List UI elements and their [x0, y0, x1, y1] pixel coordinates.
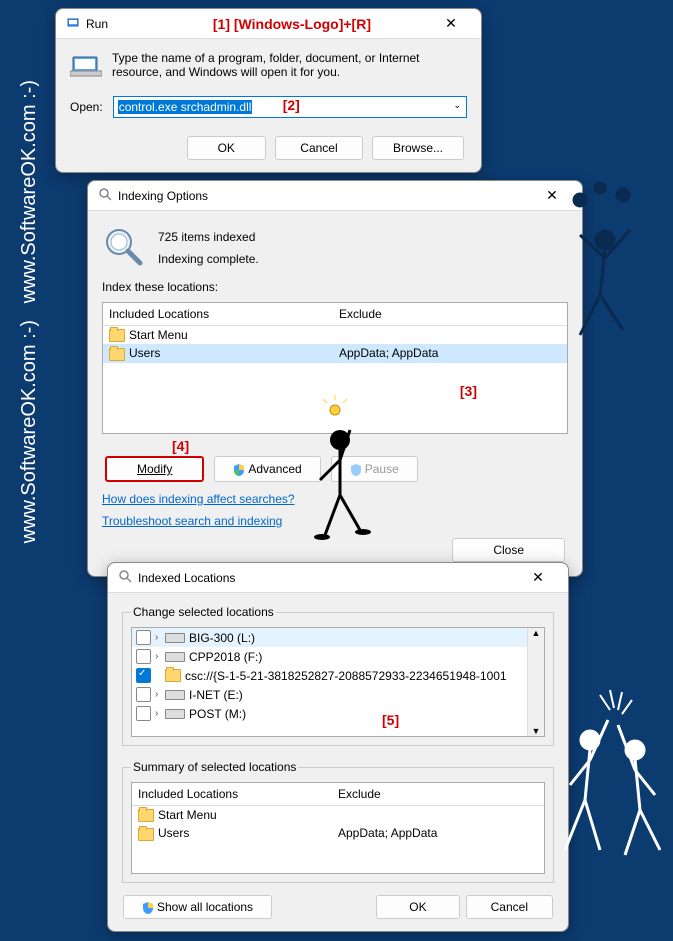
close-icon[interactable]: ✕ [518, 569, 558, 586]
item-label: BIG-300 (L:) [189, 631, 255, 645]
scrollbar[interactable]: ▲ ▼ [527, 628, 544, 736]
cancel-button[interactable]: Cancel [275, 136, 362, 160]
search-icon [98, 187, 112, 204]
folder-icon [109, 348, 125, 361]
list-item[interactable]: › BIG-300 (L:) [132, 628, 544, 647]
chevron-right-icon[interactable]: › [155, 651, 163, 662]
indexing-status: Indexing complete. [158, 252, 259, 266]
row-name: Users [158, 826, 189, 840]
row-exclude: AppData; AppData [339, 346, 438, 360]
annotation-3: [3] [460, 383, 477, 399]
cancel-button[interactable]: Cancel [466, 895, 553, 919]
table-row[interactable]: Users AppData; AppData [132, 824, 544, 842]
ok-button[interactable]: OK [187, 136, 266, 160]
col-exclude: Exclude [338, 787, 381, 801]
shield-icon [233, 464, 245, 476]
pause-button: Pause [331, 456, 418, 482]
chevron-down-icon[interactable]: ⌄ [453, 100, 461, 111]
search-icon [118, 569, 132, 586]
advanced-button[interactable]: Advanced [214, 456, 320, 482]
checkbox[interactable] [136, 687, 151, 702]
summary-label: Summary of selected locations [131, 760, 298, 774]
run-description: Type the name of a program, folder, docu… [112, 51, 467, 82]
drive-icon [165, 709, 185, 719]
help-link-1[interactable]: How does indexing affect searches? [102, 492, 295, 506]
browse-button[interactable]: Browse... [372, 136, 464, 160]
magnifier-icon [102, 225, 144, 270]
list-item[interactable]: › CPP2018 (F:) [132, 647, 544, 666]
list-item[interactable]: › POST (M:) [132, 704, 544, 723]
chevron-right-icon[interactable]: › [155, 708, 163, 719]
run-dialog: Run [1] [Windows-Logo]+[R] ✕ Type the na… [55, 8, 482, 173]
ok-button[interactable]: OK [376, 895, 459, 919]
help-link-2[interactable]: Troubleshoot search and indexing [102, 514, 282, 528]
annotation-5: [5] [382, 712, 399, 728]
checkbox[interactable] [136, 630, 151, 645]
item-label: CPP2018 (F:) [189, 650, 262, 664]
change-locations-label: Change selected locations [131, 605, 276, 619]
indexing-dialog: Indexing Options ✕ 725 items indexed Ind… [87, 180, 583, 577]
annotation-2: [2] [283, 97, 300, 113]
drive-icon [165, 633, 185, 643]
item-label: POST (M:) [189, 707, 246, 721]
run-icon [66, 15, 80, 32]
close-icon[interactable]: ✕ [532, 187, 572, 204]
chevron-right-icon[interactable]: › [155, 689, 163, 700]
checkbox[interactable] [136, 649, 151, 664]
checkbox[interactable] [136, 668, 151, 683]
open-label: Open: [70, 100, 103, 114]
table-row[interactable]: Start Menu [103, 326, 567, 344]
annotation-1: [1] [Windows-Logo]+[R] [213, 16, 371, 32]
folder-icon [138, 828, 154, 841]
item-label: I-NET (E:) [189, 688, 243, 702]
row-name: Start Menu [158, 808, 217, 822]
item-label: csc://{S-1-5-21-3818252827-2088572933-22… [185, 669, 507, 683]
indexed-locations-title: Indexed Locations [138, 571, 518, 585]
folder-icon [165, 669, 181, 682]
indexed-locations-dialog: Indexed Locations ✕ Change selected loca… [107, 562, 569, 932]
side-watermark-2: www.SoftwareOK.com :-) [18, 80, 41, 303]
close-button[interactable]: Close [452, 538, 565, 562]
close-icon[interactable]: ✕ [431, 15, 471, 32]
table-row[interactable]: Users AppData; AppData [103, 344, 567, 362]
show-all-button[interactable]: Show all locations [123, 895, 272, 919]
run-big-icon [70, 51, 102, 82]
drive-icon [165, 652, 185, 662]
list-item[interactable]: ›csc://{S-1-5-21-3818252827-2088572933-2… [132, 666, 544, 685]
modify-button[interactable]: Modify [105, 456, 204, 482]
annotation-4: [4] [172, 438, 189, 454]
list-item[interactable]: › I-NET (E:) [132, 685, 544, 704]
open-value: control.exe srchadmin.dll [118, 100, 253, 114]
chevron-right-icon[interactable]: › [155, 632, 163, 643]
row-name: Start Menu [129, 328, 188, 342]
col-included: Included Locations [109, 307, 339, 321]
run-title: Run [86, 17, 213, 31]
row-exclude: AppData; AppData [338, 826, 437, 840]
row-name: Users [129, 346, 160, 360]
shield-icon [350, 464, 362, 476]
indexing-title: Indexing Options [118, 189, 532, 203]
side-watermark-1: www.SoftwareOK.com :-) [18, 320, 41, 543]
table-row[interactable]: Start Menu [132, 806, 544, 824]
locations-label: Index these locations: [102, 280, 568, 294]
col-included: Included Locations [138, 787, 338, 801]
checkbox[interactable] [136, 706, 151, 721]
col-exclude: Exclude [339, 307, 382, 321]
folder-icon [138, 809, 154, 822]
folder-icon [109, 329, 125, 342]
drive-icon [165, 690, 185, 700]
shield-icon [142, 902, 154, 914]
items-indexed: 725 items indexed [158, 230, 259, 244]
